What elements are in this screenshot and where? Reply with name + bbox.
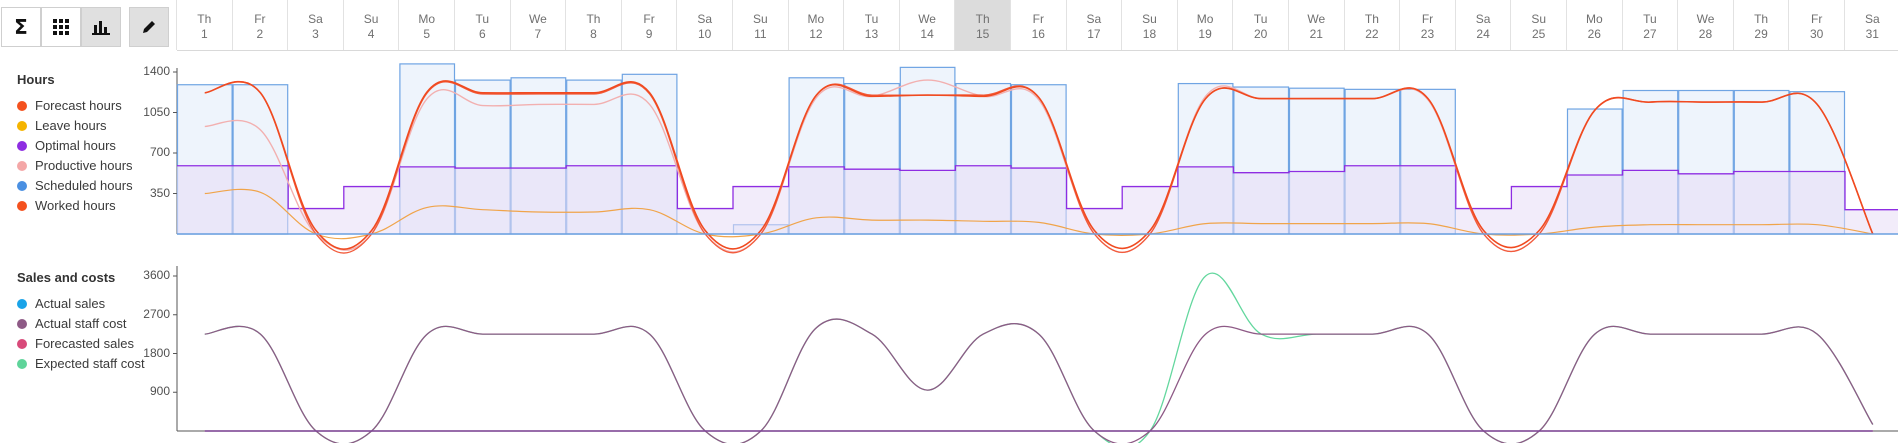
actual-staff-cost-line — [204, 318, 1874, 443]
optimal-hours-area — [177, 165, 1898, 234]
charts-canvas — [173, 63, 1898, 443]
expected-staff-cost-line — [204, 272, 1874, 443]
